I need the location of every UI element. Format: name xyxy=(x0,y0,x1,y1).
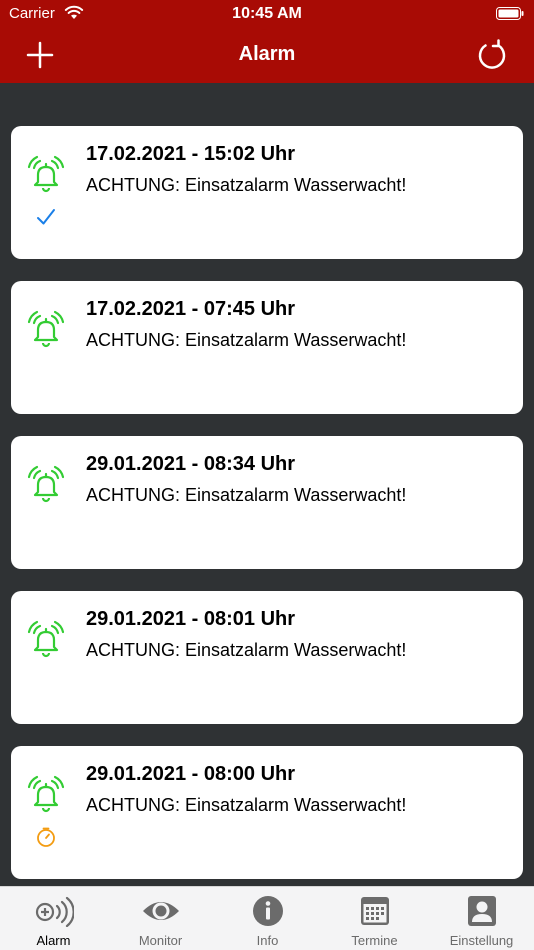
add-button[interactable] xyxy=(24,39,56,71)
calendar-icon xyxy=(360,897,389,925)
person-icon xyxy=(467,896,496,926)
tab-label: Monitor xyxy=(138,933,183,948)
alarm-message: ACHTUNG: Einsatzalarm Wasserwacht! xyxy=(86,175,407,195)
info-icon xyxy=(252,896,283,926)
tab-info[interactable]: Info xyxy=(214,887,321,950)
alarm-card[interactable]: 17.02.2021 - 07:45 Uhr ACHTUNG: Einsatza… xyxy=(11,281,523,414)
alarm-card[interactable]: 29.01.2021 - 08:01 Uhr ACHTUNG: Einsatza… xyxy=(11,591,523,724)
alarm-message: ACHTUNG: Einsatzalarm Wasserwacht! xyxy=(86,485,407,505)
tab-label: Alarm xyxy=(36,933,71,948)
alarm-bell-icon xyxy=(27,465,65,503)
alarm-signal-icon xyxy=(35,896,74,927)
alarm-date: 17.02.2021 - 15:02 Uhr xyxy=(86,143,296,165)
alarm-message: ACHTUNG: Einsatzalarm Wasserwacht! xyxy=(86,795,407,815)
alarm-card[interactable]: 29.01.2021 - 08:00 Uhr ACHTUNG: Einsatza… xyxy=(11,746,523,879)
alarm-message: ACHTUNG: Einsatzalarm Wasserwacht! xyxy=(86,640,407,660)
tab-label: Einstellung xyxy=(449,933,514,948)
alarm-bell-icon xyxy=(27,775,65,813)
status-time: 10:45 AM xyxy=(232,5,302,22)
tab-label: Termine xyxy=(351,933,398,948)
page-title: Alarm xyxy=(238,43,296,65)
alarm-card[interactable]: 29.01.2021 - 08:34 Uhr ACHTUNG: Einsatza… xyxy=(11,436,523,569)
alarm-card[interactable]: 17.02.2021 - 15:02 Uhr ACHTUNG: Einsatza… xyxy=(11,126,523,259)
alarm-date: 17.02.2021 - 07:45 Uhr xyxy=(86,298,296,320)
status-bar: Carrier 10:45 AM xyxy=(0,0,534,28)
alarm-date: 29.01.2021 - 08:00 Uhr xyxy=(86,763,296,785)
eye-icon xyxy=(142,902,179,920)
alarm-date: 29.01.2021 - 08:34 Uhr xyxy=(86,453,296,475)
header: Carrier 10:45 AM Alarm xyxy=(0,0,534,83)
tab-label: Info xyxy=(256,933,279,948)
timer-icon xyxy=(37,827,55,847)
alarm-bell-icon xyxy=(27,620,65,658)
alarm-bell-icon xyxy=(27,310,65,348)
tab-alarm[interactable]: Alarm xyxy=(0,887,107,950)
tab-termine[interactable]: Termine xyxy=(321,887,428,950)
alarm-date: 29.01.2021 - 08:01 Uhr xyxy=(86,608,296,630)
checkmark-icon xyxy=(37,209,55,225)
tab-einstellung[interactable]: Einstellung xyxy=(428,887,534,950)
tab-monitor[interactable]: Monitor xyxy=(107,887,214,950)
battery-icon xyxy=(496,7,524,20)
nav-bar: Alarm xyxy=(0,28,534,83)
refresh-button[interactable] xyxy=(474,37,510,73)
tab-bar: Alarm Monitor Info Termine Einstellung xyxy=(0,886,534,950)
alarm-bell-icon xyxy=(27,155,65,193)
alarm-message: ACHTUNG: Einsatzalarm Wasserwacht! xyxy=(86,330,407,350)
